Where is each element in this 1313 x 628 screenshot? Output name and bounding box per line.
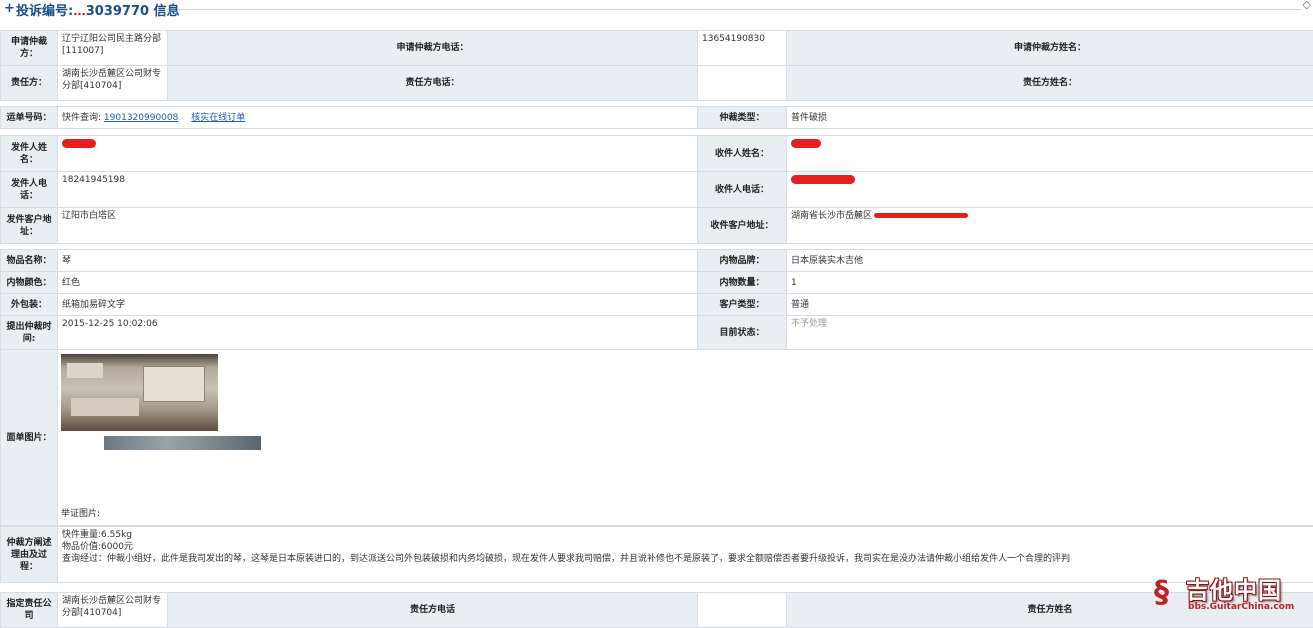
waybill-photo-strip[interactable] [104,436,261,450]
status-label: 目前状态： [698,316,787,350]
redaction-scribble [62,139,96,148]
redaction-scribble [791,175,855,184]
goods-quantity-label: 内物数量： [698,272,787,294]
packaging-value: 纸箱加易碎文字 [58,294,698,316]
applicant-name-label: 申请仲裁方姓名： [787,31,1313,66]
photo-label-sticker [67,363,103,378]
submit-time-value: 2015-12-25 10:02:06 [58,316,698,350]
redaction-scribble [791,139,821,148]
waybill-label: 运单号码： [1,107,58,129]
guitar-logo-icon: § [1154,577,1169,609]
guitarchina-watermark: § 吉他中国 bbs.GuitarChina.com [1152,571,1307,617]
query-prefix: 快件查询: [62,113,101,123]
sender-name-label: 发件人姓名： [1,136,58,172]
verify-online-order-link[interactable]: 核实在线订单 [191,113,245,123]
arbitration-parties: 申请仲裁方： 辽宁辽阳公司民主路分部[111007] 申请仲裁方电话： 1365… [0,30,1313,101]
goods-brand-label: 内物品牌： [698,250,787,272]
waybill-section: 运单号码： 快件查询: 1901320990008 核实在线订单 仲裁类型： 普… [0,106,1313,129]
assigned-phone-value [698,593,787,628]
watermark-url: bbs.GuitarChina.com [1188,602,1294,612]
sender-name-value [58,136,698,172]
receiver-phone-value [787,172,1313,208]
redaction-scribble [874,213,968,218]
assigned-company-value: 湖南长沙岳麓区公司财专分部[410704] [58,593,168,628]
responsible-label: 责任方： [1,66,58,101]
receiver-name-label: 收件人姓名： [698,136,787,172]
submit-time-label: 提出仲裁时间: [1,316,58,350]
goods-color-value: 红色 [58,272,698,294]
receiver-address-cell: 湖南省长沙市岳麓区 [787,208,1313,244]
watermark-name: 吉他中国 [1186,571,1282,605]
assigned-phone-label: 责任方电话 [168,593,698,628]
goods-brand-value: 日本原装实木吉他 [787,250,1313,272]
goods-value: 物品价值:6000元 [62,541,1309,553]
inquiry-process: 查询经过：仲裁小组好，此件是我司发出的琴，这琴是日本原装进口的，到达派送公司外包… [62,553,1309,565]
arbitration-type-label: 仲裁类型： [698,107,787,129]
receiver-name-value [787,136,1313,172]
images-section: 面单图片： 举证图片: [0,349,1313,526]
statement-section: 仲裁方阐述理由及过程： 快件重量:6.55kg 物品价值:6000元 查询经过：… [0,526,1313,583]
expand-icon[interactable]: + [4,1,15,16]
collapse-icon[interactable]: ◇ [1303,0,1311,11]
evidence-images-label: 举证图片: [61,506,100,519]
responsible-value: 湖南长沙岳麓区公司财专分部[410704] [58,66,168,101]
applicant-phone-value: 13654190830 [698,31,787,66]
section-header: + 投诉编号:...3039770 信息 ◇ [0,0,1313,20]
arbitration-type-value: 普件破损 [787,107,1313,129]
responsible-phone-label: 责任方电话： [168,66,698,101]
receiver-address-label: 收件客户地址： [698,208,787,244]
waybill-value: 快件查询: 1901320990008 核实在线订单 [58,107,698,129]
package-weight: 快件重量:6.55kg [62,529,1309,541]
tracking-number-link[interactable]: 1901320990008 [104,113,178,123]
photo-barcode-area [71,398,139,416]
goods-color-label: 内物颜色： [1,272,58,294]
sender-address-value: 辽阳市白塔区 [58,208,698,244]
goods-name-label: 物品名称： [1,250,58,272]
customer-type-label: 客户类型： [698,294,787,316]
sender-phone-label: 发件人电话： [1,172,58,208]
receiver-phone-label: 收件人电话： [698,172,787,208]
header-divider [178,9,1301,10]
statement-value: 快件重量:6.55kg 物品价值:6000元 查询经过：仲裁小组好，此件是我司发… [58,527,1313,583]
waybill-images-label: 面单图片： [1,350,58,526]
assigned-section: 指定责任公司 湖南长沙岳麓区公司财专分部[410704] 责任方电话 责任方姓名 [0,592,1313,628]
applicant-phone-label: 申请仲裁方电话： [168,31,698,66]
goods-section: 物品名称： 琴 内物品牌： 日本原装实木吉他 内物颜色： 红色 内物数量： 1 … [0,249,1313,350]
assigned-company-label: 指定责任公司 [1,593,58,628]
receiver-address-value: 湖南省长沙市岳麓区 [791,211,872,221]
goods-quantity-value: 1 [787,272,1313,294]
redacted-mark: ... [73,5,86,18]
packaging-label: 外包装： [1,294,58,316]
photo-waybill-slip [143,366,205,402]
status-value: 不予处理 [787,316,1313,350]
waybill-photo[interactable] [61,354,218,431]
applicant-label: 申请仲裁方： [1,31,58,66]
responsible-name-label: 责任方姓名： [787,66,1313,101]
sender-address-label: 发件客户地址： [1,208,58,244]
complaint-title: 投诉编号:...3039770 信息 [16,0,180,19]
sender-receiver-section: 发件人姓名： 收件人姓名： 发件人电话： 18241945198 收件人电话： … [0,135,1313,244]
responsible-phone-value [698,66,787,101]
applicant-value: 辽宁辽阳公司民主路分部[111007] [58,31,168,66]
statement-label: 仲裁方阐述理由及过程： [1,527,58,583]
sender-phone-value: 18241945198 [58,172,698,208]
goods-name-value: 琴 [58,250,698,272]
customer-type-value: 普通 [787,294,1313,316]
